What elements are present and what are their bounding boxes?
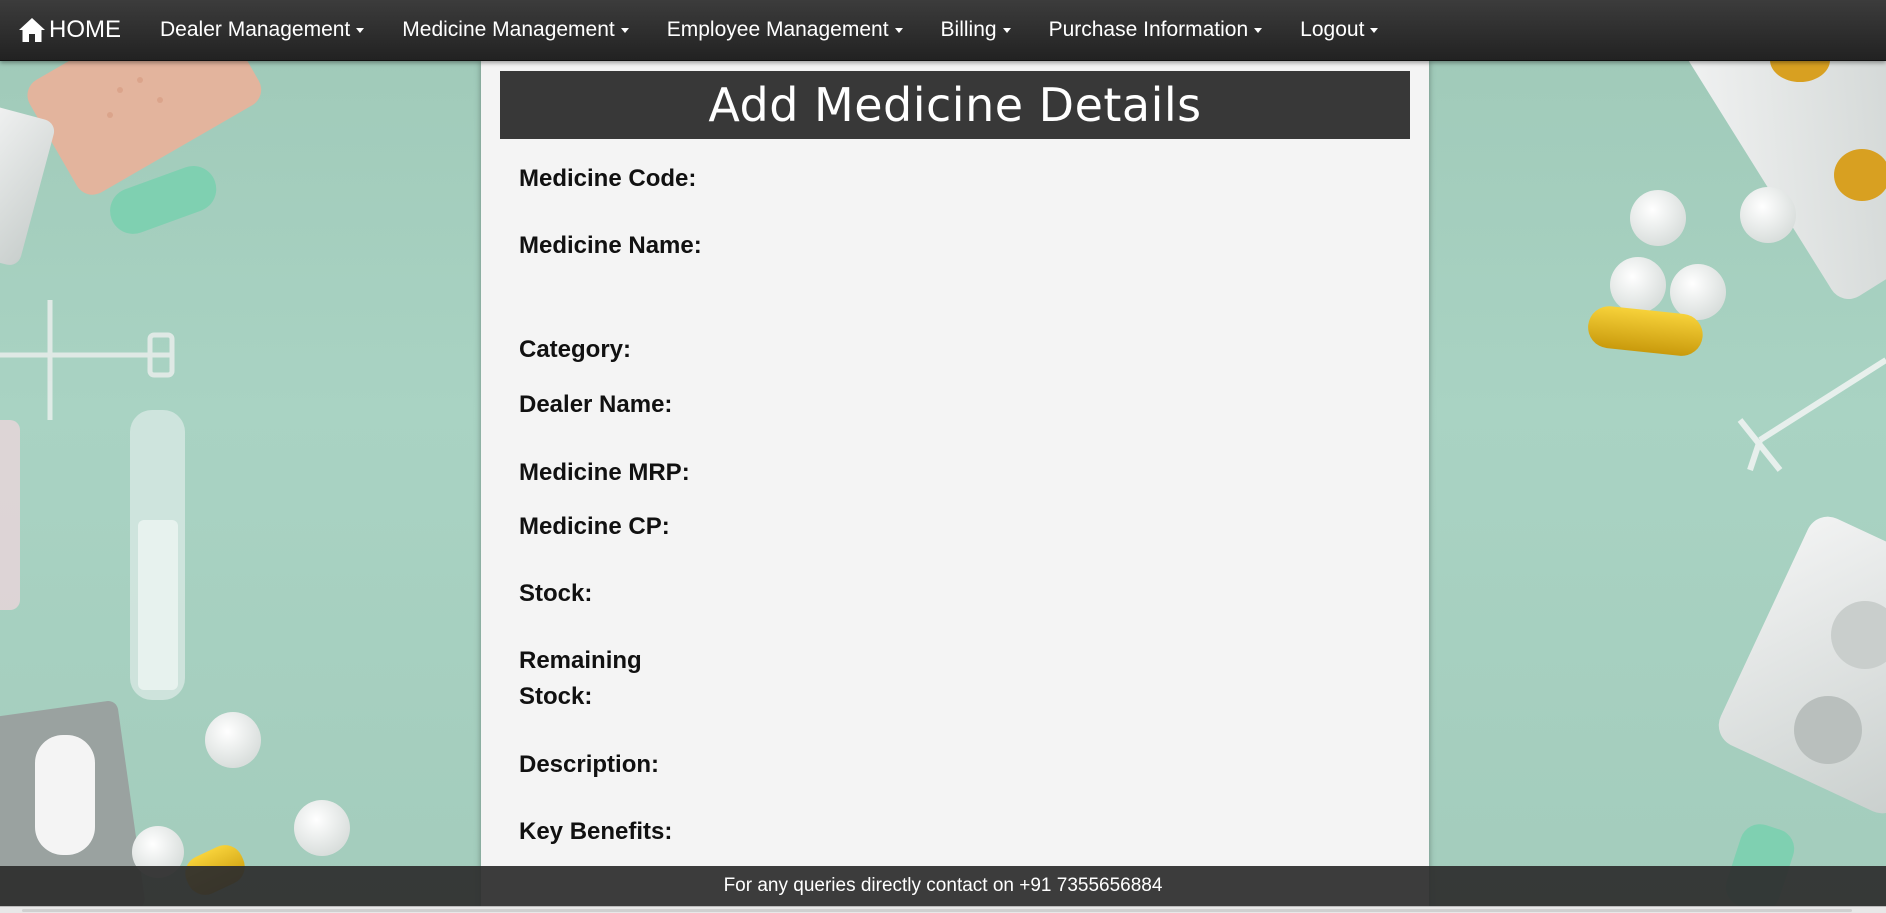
caret-down-icon [356, 27, 365, 33]
top-navbar: HOME Dealer Management Medicine Manageme… [0, 0, 1886, 61]
remaining-stock-label: Remaining Stock: [519, 647, 642, 710]
nav-logout[interactable]: Logout [1281, 0, 1397, 61]
nav-purchase-information[interactable]: Purchase Information [1030, 0, 1282, 61]
nav-purchase-information-label: Purchase Information [1048, 18, 1249, 41]
nav-logout-label: Logout [1300, 18, 1365, 41]
medicine-mrp-label: Medicine MRP: [519, 459, 690, 486]
nav-employee-management-label: Employee Management [666, 18, 889, 41]
caret-down-icon [894, 27, 903, 33]
nav-employee-management[interactable]: Employee Management [648, 0, 922, 61]
key-benefits-label: Key Benefits: [519, 818, 673, 845]
caret-down-icon [1254, 27, 1263, 33]
horizontal-scrollbar[interactable] [0, 906, 1886, 913]
nav-medicine-management[interactable]: Medicine Management [383, 0, 647, 61]
caret-down-icon [620, 27, 629, 33]
page-title: Add Medicine Details [500, 71, 1410, 139]
caret-down-icon [1002, 27, 1011, 33]
stock-label: Stock: [519, 580, 593, 607]
form-panel: Add Medicine Details Medicine Code: Medi… [481, 61, 1429, 913]
nav-home-link[interactable]: HOME [0, 0, 141, 61]
category-label: Category: [519, 336, 632, 363]
scrollbar-track[interactable] [22, 909, 1852, 912]
dealer-name-label: Dealer Name: [519, 391, 673, 418]
caret-down-icon [1370, 27, 1379, 33]
nav-dealer-management-label: Dealer Management [160, 18, 351, 41]
nav-billing[interactable]: Billing [922, 0, 1030, 61]
nav-medicine-management-label: Medicine Management [402, 18, 615, 41]
nav-dealer-management[interactable]: Dealer Management [141, 0, 383, 61]
medicine-code-label: Medicine Code: [519, 165, 697, 192]
medicine-cp-label: Medicine CP: [519, 513, 670, 540]
description-label: Description: [519, 751, 660, 778]
contact-footer: For any queries directly contact on +91 … [0, 866, 1886, 906]
home-icon [19, 18, 45, 42]
medicine-name-label: Medicine Name: [519, 232, 702, 259]
nav-home-label: HOME [49, 16, 121, 43]
nav-billing-label: Billing [940, 18, 997, 41]
